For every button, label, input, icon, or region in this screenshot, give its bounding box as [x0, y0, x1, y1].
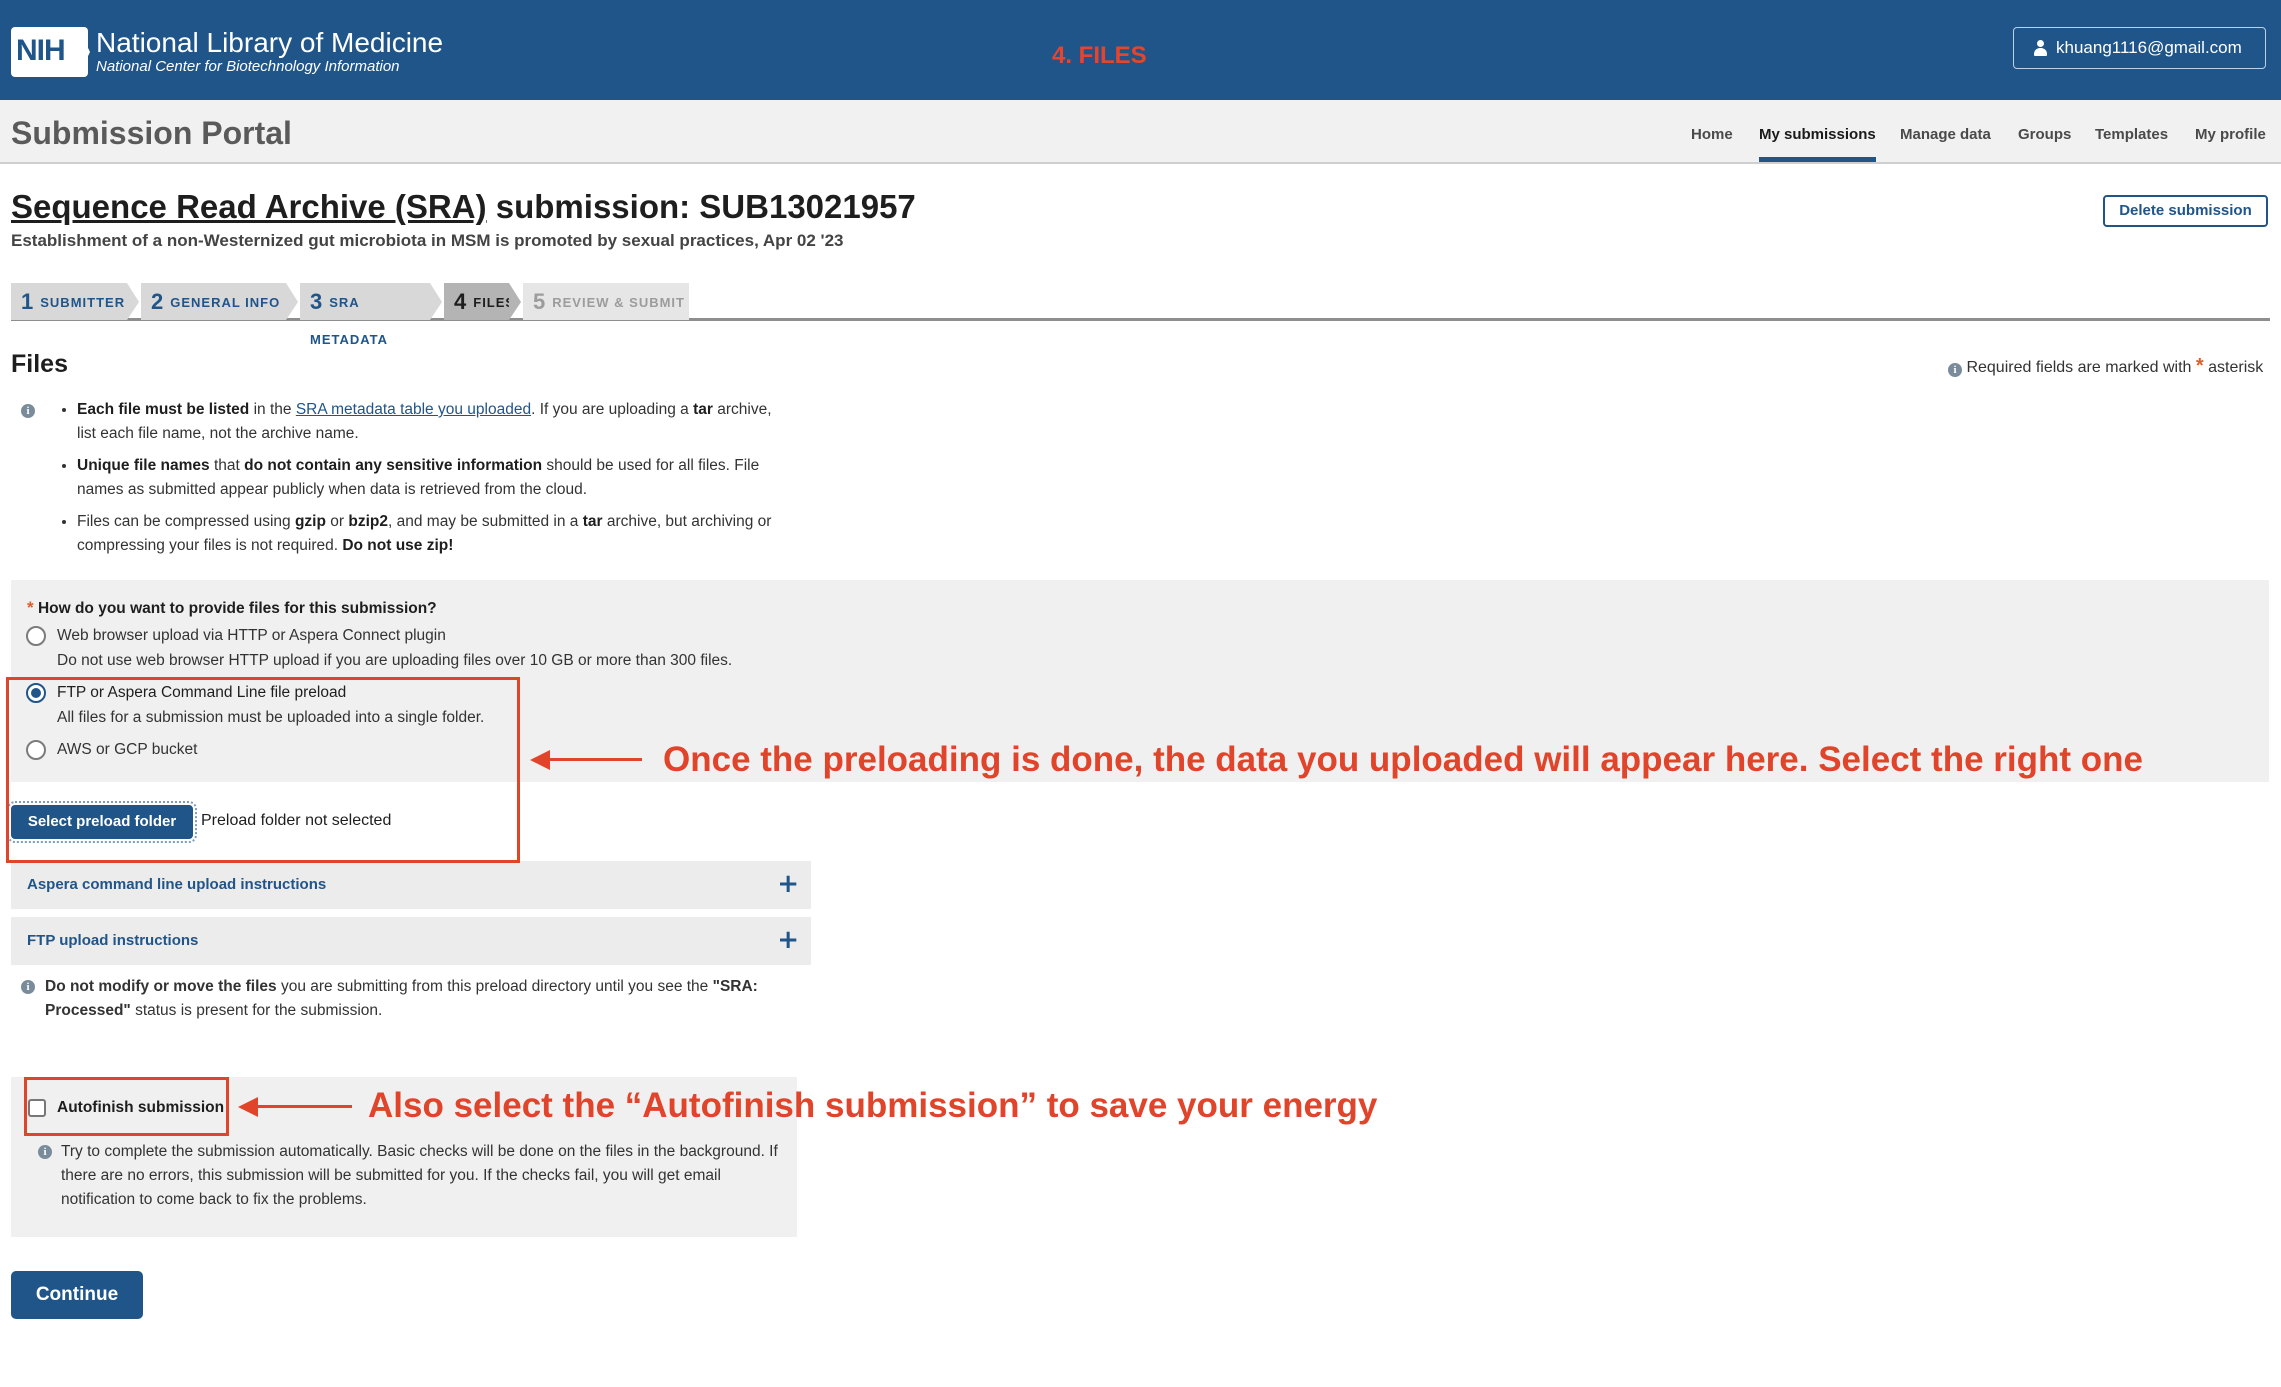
step-separator — [286, 283, 298, 320]
user-icon — [2034, 40, 2047, 56]
ftp-instructions-accordion[interactable]: FTP upload instructions + — [11, 917, 811, 965]
annotation-arrow-line — [256, 1105, 352, 1108]
required-note-text: Required fields are marked with — [1966, 359, 2192, 376]
guideline-item: Files can be compressed using gzip or bz… — [77, 510, 791, 558]
annotation-step-title: 4. FILES — [1052, 42, 1147, 69]
step-number: 1 — [21, 289, 35, 314]
asterisk-icon: * — [27, 598, 34, 617]
step-files[interactable]: 4 FILES — [444, 283, 514, 320]
info-icon: i — [38, 1145, 52, 1159]
nih-logo-arrow — [78, 27, 90, 77]
continue-button[interactable]: Continue — [11, 1271, 143, 1319]
aspera-instructions-accordion[interactable]: Aspera command line upload instructions … — [11, 861, 811, 909]
plus-icon[interactable]: + — [777, 925, 799, 955]
annotation-box-preload — [6, 677, 520, 863]
question-text: How do you want to provide files for thi… — [37, 600, 437, 617]
org-name[interactable]: National Library of Medicine — [96, 27, 443, 59]
portal-title[interactable]: Submission Portal — [11, 115, 292, 152]
delete-submission-button[interactable]: Delete submission — [2103, 195, 2268, 227]
guideline-item: Each file must be listed in the SRA meta… — [77, 398, 791, 446]
radio-web-browser[interactable] — [26, 626, 46, 646]
nav-groups[interactable]: Groups — [2018, 126, 2071, 143]
top-header: NIH National Library of Medicine Nationa… — [0, 0, 2281, 100]
page-title: Sequence Read Archive (SRA) submission: … — [11, 188, 916, 226]
step-number: 3 — [310, 289, 324, 314]
step-general-info[interactable]: 2 GENERAL INFO — [141, 283, 286, 320]
annotation-autofinish-note: Also select the “Autofinish submission” … — [368, 1086, 1378, 1125]
step-number: 5 — [533, 289, 547, 314]
plus-icon[interactable]: + — [777, 869, 799, 899]
step-review-submit: 5 REVIEW & SUBMIT — [523, 283, 689, 320]
file-guidelines: i Each file must be listed in the SRA me… — [11, 398, 791, 566]
info-icon: i — [21, 404, 35, 418]
option-web-browser-hint: Do not use web browser HTTP upload if yo… — [57, 652, 733, 669]
required-fields-note: i Required fields are marked with * aste… — [1948, 355, 2263, 378]
nav-active-indicator — [1759, 157, 1876, 162]
nih-logo-text: NIH — [16, 34, 66, 67]
step-label: SUBMITTER — [40, 295, 126, 310]
files-heading: Files — [11, 350, 68, 378]
asterisk-icon: * — [2195, 355, 2204, 377]
nav-templates[interactable]: Templates — [2095, 126, 2168, 143]
annotation-box-autofinish — [24, 1077, 229, 1136]
step-number: 4 — [454, 289, 468, 314]
annotation-arrow-head — [530, 750, 550, 770]
accordion-label: Aspera command line upload instructions — [27, 876, 327, 893]
step-label: REVIEW & SUBMIT — [552, 295, 685, 310]
org-subtitle: National Center for Biotechnology Inform… — [96, 58, 400, 75]
annotation-arrow-line — [548, 758, 642, 761]
info-icon: i — [21, 980, 35, 994]
portal-navbar: Submission Portal Home My submissions Ma… — [0, 100, 2281, 164]
step-number: 2 — [151, 289, 165, 314]
submission-id: submission: SUB13021957 — [486, 188, 916, 225]
nav-home[interactable]: Home — [1691, 126, 1733, 143]
nih-logo[interactable]: NIH — [11, 27, 88, 77]
step-label: GENERAL INFO — [170, 295, 281, 310]
option-web-browser-label[interactable]: Web browser upload via HTTP or Aspera Co… — [57, 627, 446, 645]
annotation-preload-note: Once the preloading is done, the data yo… — [663, 740, 2143, 779]
required-note-asterisk-word: asterisk — [2208, 359, 2264, 376]
step-separator — [509, 283, 521, 320]
annotation-arrow-head — [238, 1097, 258, 1117]
submission-subtitle: Establishment of a non-Westernized gut m… — [11, 231, 844, 250]
guideline-item: Unique file names that do not contain an… — [77, 454, 791, 502]
step-sra-metadata[interactable]: 3 SRA METADATA — [300, 283, 430, 347]
nav-manage-data[interactable]: Manage data — [1900, 126, 1991, 143]
sra-title-link[interactable]: Sequence Read Archive (SRA) — [11, 188, 487, 225]
sra-metadata-table-link[interactable]: SRA metadata table you uploaded — [296, 401, 531, 418]
account-email: khuang1116@gmail.com — [2056, 38, 2242, 57]
nav-my-profile[interactable]: My profile — [2195, 126, 2266, 143]
preload-warning: i Do not modify or move the files you ar… — [11, 975, 811, 1023]
step-submitter[interactable]: 1 SUBMITTER — [11, 283, 127, 320]
upload-method-question: * How do you want to provide files for t… — [27, 598, 437, 618]
wizard-steps: 1 SUBMITTER 2 GENERAL INFO 3 SRA METADATA 4… — [11, 283, 2270, 347]
step-separator — [127, 283, 139, 320]
nav-my-submissions[interactable]: My submissions — [1759, 126, 1876, 143]
autofinish-help-text: Try to complete the submission automatic… — [61, 1143, 778, 1208]
accordion-label: FTP upload instructions — [27, 932, 199, 949]
account-button[interactable]: khuang1116@gmail.com — [2013, 27, 2266, 69]
step-separator — [430, 283, 442, 320]
autofinish-help: i Try to complete the submission automat… — [32, 1140, 792, 1212]
info-icon: i — [1948, 363, 1962, 377]
